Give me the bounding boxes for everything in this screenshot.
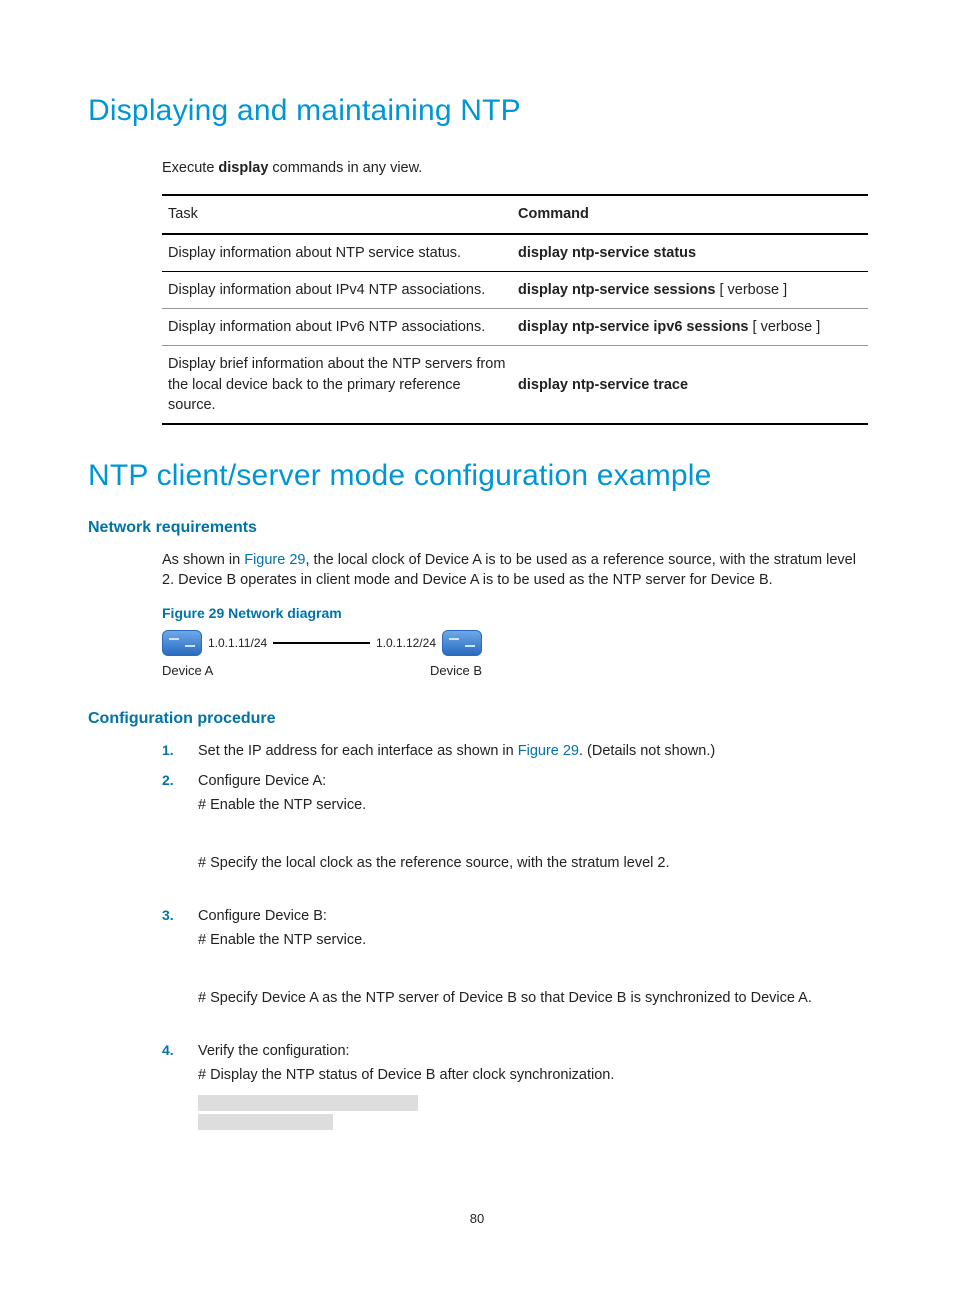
step-4: Verify the configuration: # Display the …	[162, 1041, 866, 1086]
step-3: Configure Device B: # Enable the NTP ser…	[162, 906, 866, 1031]
th-task: Task	[162, 195, 512, 233]
s1-pre: Set the IP address for each interface as…	[198, 743, 518, 759]
s3-head: Configure Device B:	[198, 906, 866, 926]
device-b-label: Device B	[430, 662, 482, 680]
heading-network-requirements: Network requirements	[88, 517, 866, 539]
figure-link[interactable]: Figure 29	[518, 743, 579, 759]
cmd-bold: display ntp-service trace	[518, 377, 688, 393]
cmd-bold: display ntp-service ipv6 sessions	[518, 319, 749, 335]
intro-post: commands in any view.	[268, 160, 422, 176]
intro-pre: Execute	[162, 160, 218, 176]
s2-head: Configure Device A:	[198, 771, 866, 791]
cell-command: display ntp-service sessions [ verbose ]	[512, 271, 868, 308]
s2-b: # Specify the local clock as the referen…	[198, 853, 866, 873]
intro-bold: display	[218, 160, 268, 176]
ip-label-a: 1.0.1.11/24	[208, 635, 267, 652]
steps-list: Set the IP address for each interface as…	[162, 741, 866, 1086]
figure-caption: Figure 29 Network diagram	[162, 604, 866, 624]
step-1: Set the IP address for each interface as…	[162, 741, 866, 761]
cmd-bold: display ntp-service sessions	[518, 282, 715, 298]
cell-task: Display information about NTP service st…	[162, 234, 512, 272]
redacted-block	[198, 1095, 866, 1130]
s1-post: . (Details not shown.)	[579, 743, 715, 759]
s4-a: # Display the NTP status of Device B aft…	[198, 1065, 866, 1085]
cell-command: display ntp-service status	[512, 234, 868, 272]
cell-command: display ntp-service trace	[512, 346, 868, 424]
redacted-line	[198, 1095, 418, 1111]
heading-ntp-example: NTP client/server mode configuration exa…	[88, 455, 866, 497]
cell-task: Display brief information about the NTP …	[162, 346, 512, 424]
table-row: Display brief information about the NTP …	[162, 346, 868, 424]
table-row: Display information about NTP service st…	[162, 234, 868, 272]
s3-a: # Enable the NTP service.	[198, 930, 866, 950]
netreq-pre: As shown in	[162, 552, 244, 568]
figure-link[interactable]: Figure 29	[244, 552, 305, 568]
cell-task: Display information about IPv6 NTP assoc…	[162, 309, 512, 346]
cell-task: Display information about IPv4 NTP assoc…	[162, 271, 512, 308]
s2-a: # Enable the NTP service.	[198, 795, 866, 815]
redacted-line	[198, 1114, 333, 1130]
table-row: Display information about IPv4 NTP assoc…	[162, 271, 868, 308]
router-icon	[162, 630, 202, 656]
page-number: 80	[0, 1210, 954, 1228]
step-2: Configure Device A: # Enable the NTP ser…	[162, 771, 866, 896]
heading-config-procedure: Configuration procedure	[88, 708, 866, 730]
ip-label-b: 1.0.1.12/24	[376, 635, 436, 652]
s3-b: # Specify Device A as the NTP server of …	[198, 988, 866, 1008]
cmd-opt: [ verbose ]	[749, 319, 821, 335]
heading-displaying: Displaying and maintaining NTP	[88, 90, 866, 132]
th-command: Command	[512, 195, 868, 233]
netreq-paragraph: As shown in Figure 29, the local clock o…	[162, 550, 866, 591]
cell-command: display ntp-service ipv6 sessions [ verb…	[512, 309, 868, 346]
cmd-opt: [ verbose ]	[715, 282, 787, 298]
router-icon	[442, 630, 482, 656]
command-table: Task Command Display information about N…	[162, 194, 868, 425]
network-diagram: 1.0.1.11/24 1.0.1.12/24 Device A Device …	[162, 630, 482, 680]
s4-head: Verify the configuration:	[198, 1041, 866, 1061]
connection-line	[273, 642, 370, 644]
table-row: Display information about IPv6 NTP assoc…	[162, 309, 868, 346]
page-container: Displaying and maintaining NTP Execute d…	[0, 0, 954, 1296]
device-a-label: Device A	[162, 662, 213, 680]
intro-paragraph: Execute display commands in any view.	[162, 158, 866, 178]
cmd-bold: display ntp-service status	[518, 245, 696, 261]
